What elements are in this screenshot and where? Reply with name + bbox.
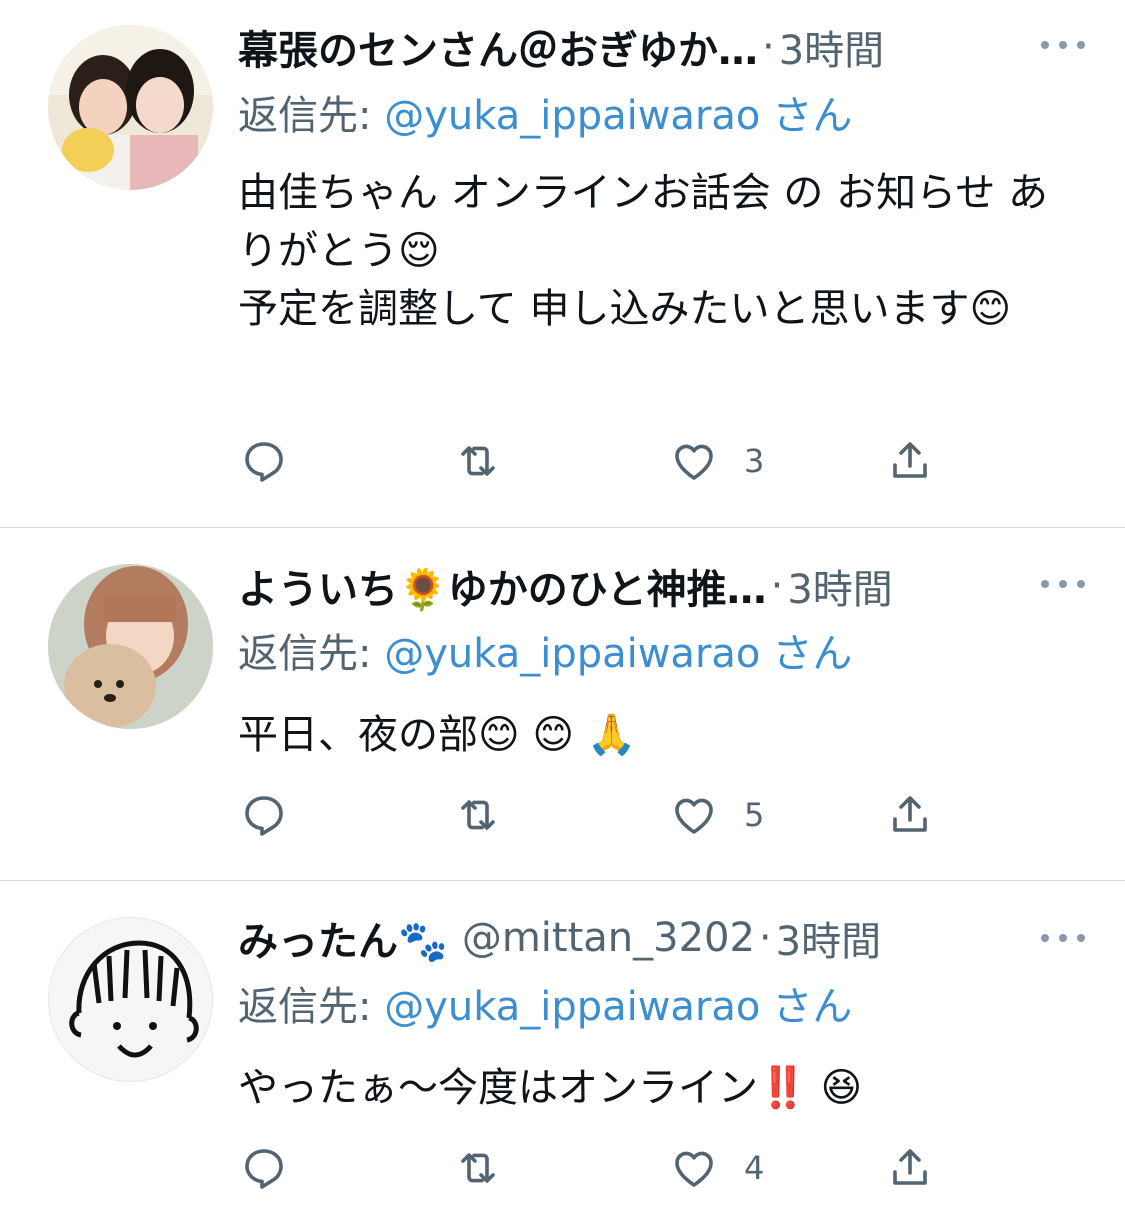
tweet[interactable]: みったん🐾 @mittan_3202 · 3時間 返信先: @yuka_ippa… [0, 881, 1125, 1227]
user-handle[interactable]: @mittan_3202 [462, 915, 755, 961]
share-icon [893, 442, 927, 478]
reply-suffix: さん [772, 93, 853, 139]
timestamp[interactable]: 3時間 [787, 557, 892, 615]
more-options-icon[interactable] [1041, 15, 1085, 75]
tweet-actions: 5 [240, 790, 940, 840]
share-icon [893, 1149, 927, 1185]
reply-to: 返信先: @yuka_ippaiwarao さん [238, 979, 852, 1035]
like-button[interactable]: 5 [670, 790, 764, 840]
more-options-icon[interactable] [1041, 908, 1085, 968]
avatar-photo-girl-with-dog [48, 564, 213, 729]
reply-to: 返信先: @yuka_ippaiwarao さん [238, 88, 852, 144]
reply-mention-link[interactable]: @yuka_ippaiwarao [384, 984, 760, 1030]
reply-mention-link[interactable]: @yuka_ippaiwarao [384, 93, 760, 139]
like-button[interactable]: 4 [670, 1143, 764, 1193]
separator-dot: · [758, 915, 772, 961]
reply-suffix: さん [772, 984, 853, 1030]
tweet[interactable]: よういち🌻ゆかのひと神推… · 3時間 返信先: @yuka_ippaiwara… [0, 528, 1125, 880]
reply-button[interactable] [240, 1143, 288, 1193]
share-icon [893, 796, 927, 832]
tweet[interactable]: 幕張のセンさん＠おぎゆか… · 3時間 返信先: @yuka_ippaiwara… [0, 0, 1125, 527]
avatar[interactable] [48, 564, 213, 729]
like-button[interactable]: 3 [670, 436, 764, 486]
heart-icon [675, 444, 713, 480]
display-name[interactable]: 幕張のセンさん＠おぎゆか… [238, 18, 758, 76]
reply-icon [245, 796, 283, 836]
reply-icon [245, 1149, 283, 1189]
tweet-text: 平日、夜の部😊 😊 🙏 [238, 712, 637, 758]
separator-dot: · [770, 563, 784, 609]
display-name[interactable]: みったん🐾 [238, 909, 448, 967]
tweet-text: 由佳ちゃん オンラインお話会 の お知らせ ありがとう😌 予定を調整して 申し込… [238, 170, 1049, 332]
reply-prefix: 返信先: [238, 984, 385, 1030]
separator-dot: · [762, 24, 775, 70]
avatar-photo-two-girls [48, 25, 213, 190]
retweet-button[interactable] [454, 1143, 502, 1193]
like-count: 5 [744, 796, 765, 834]
like-count: 4 [744, 1149, 765, 1187]
reply-to: 返信先: @yuka_ippaiwarao さん [238, 626, 852, 682]
heart-icon [675, 798, 713, 834]
reply-button[interactable] [240, 790, 288, 840]
heart-icon [675, 1151, 713, 1187]
reply-suffix: さん [772, 631, 853, 677]
retweet-icon [461, 446, 495, 476]
avatar[interactable] [48, 917, 213, 1082]
retweet-button[interactable] [454, 436, 502, 486]
reply-mention-link[interactable]: @yuka_ippaiwarao [384, 631, 760, 677]
share-button[interactable] [886, 436, 934, 486]
timestamp[interactable]: 3時間 [776, 909, 881, 967]
reply-icon [245, 442, 283, 482]
share-button[interactable] [886, 790, 934, 840]
reply-button[interactable] [240, 436, 288, 486]
share-button[interactable] [886, 1143, 934, 1193]
retweet-icon [461, 800, 495, 830]
reply-prefix: 返信先: [238, 93, 385, 139]
reply-prefix: 返信先: [238, 631, 385, 677]
tweet-text: やったぁ〜今度はオンライン‼️ 😆 [238, 1065, 863, 1111]
tweet-actions: 3 [240, 436, 940, 486]
avatar-drawing-face [49, 918, 212, 1081]
more-options-icon[interactable] [1041, 554, 1085, 614]
avatar[interactable] [48, 25, 213, 190]
display-name[interactable]: よういち🌻ゆかのひと神推… [238, 557, 767, 615]
timestamp[interactable]: 3時間 [779, 18, 884, 76]
retweet-icon [461, 1153, 495, 1183]
like-count: 3 [744, 442, 765, 480]
retweet-button[interactable] [454, 790, 502, 840]
tweet-actions: 4 [240, 1143, 940, 1193]
